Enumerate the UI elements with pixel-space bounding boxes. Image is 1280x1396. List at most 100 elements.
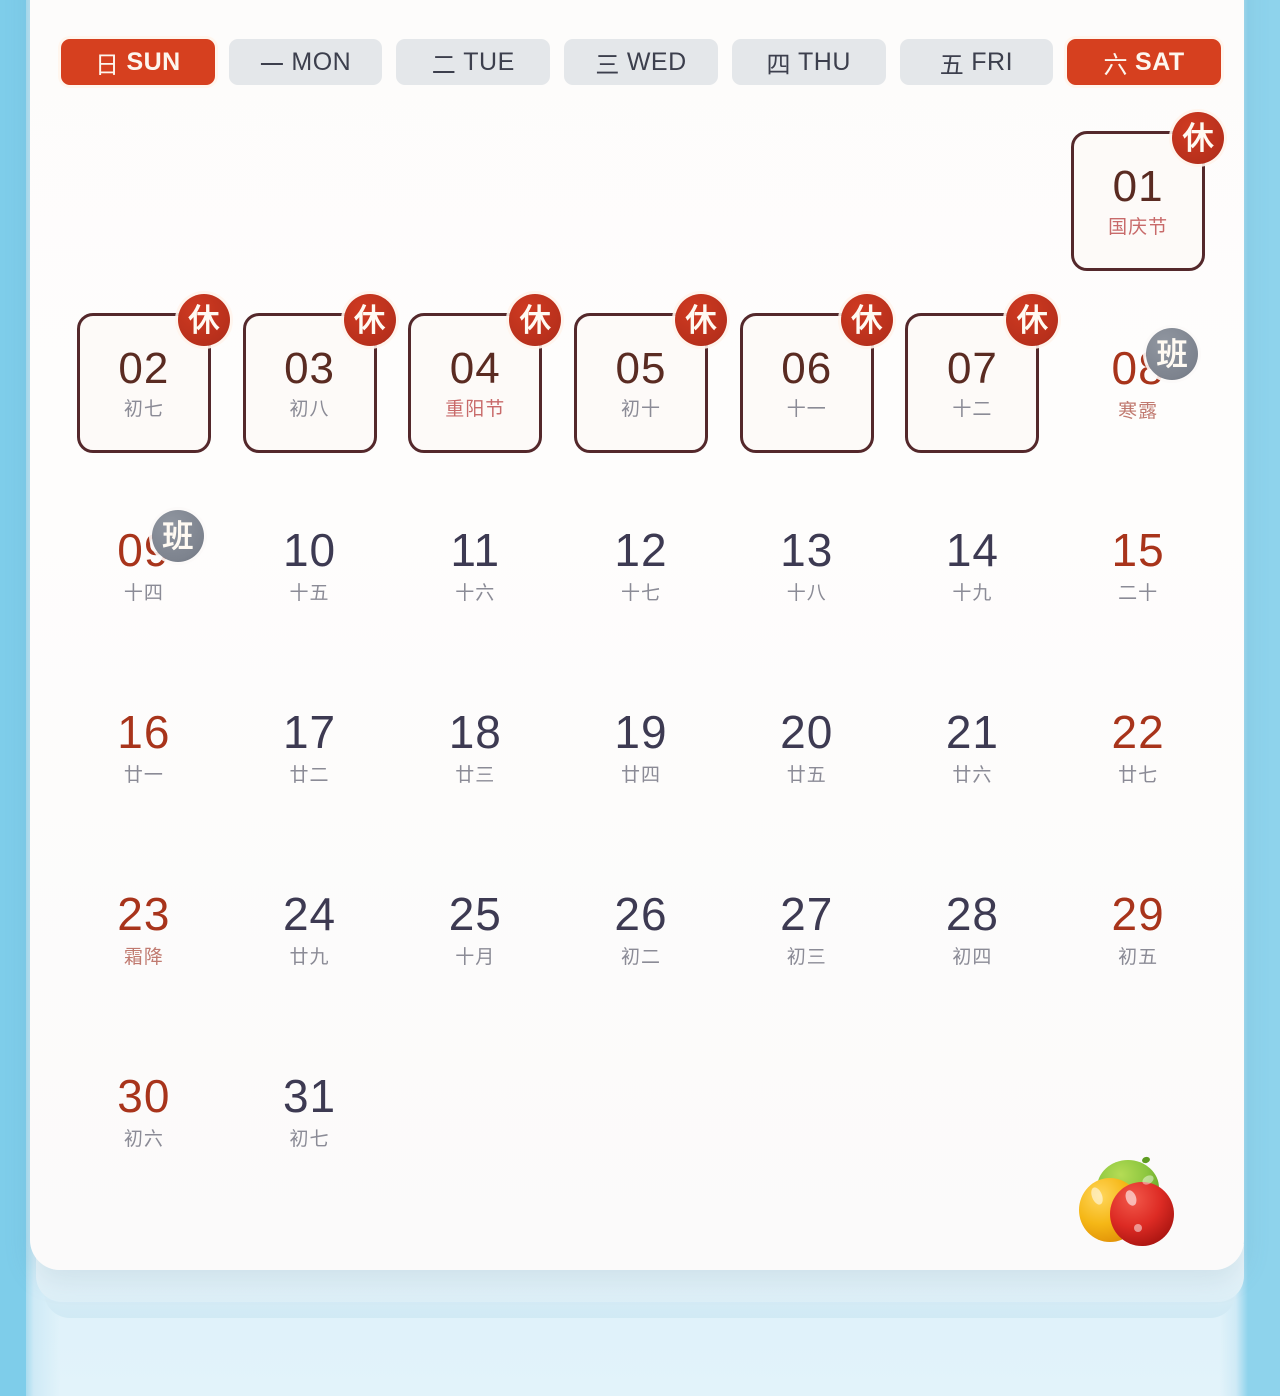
calendar-day-cell[interactable]: 31 初七 — [227, 1018, 393, 1200]
weekday-header-tue[interactable]: 二 TUE — [396, 39, 551, 85]
day-number: 30 — [117, 1070, 171, 1122]
weekday-label-en: WED — [626, 47, 687, 76]
calendar-day-cell[interactable]: 19 廿四 — [558, 654, 724, 836]
lunar-label: 十九 — [952, 583, 993, 604]
holiday-date-box[interactable]: 05 初十 休 — [573, 294, 727, 453]
weekday-label-en: TUE — [463, 47, 515, 76]
weekday-header-sun[interactable]: 日 SUN — [61, 39, 215, 85]
calendar-day-cell[interactable]: 04 重阳节 休 — [392, 290, 562, 472]
rest-day-badge: 休 — [343, 294, 396, 346]
weekday-header-wed[interactable]: 三 WED — [564, 39, 718, 85]
weekday-label-cn: 四 — [766, 51, 791, 79]
calendar-day-cell[interactable]: 11 十六 — [392, 472, 558, 654]
calendar-day-cell[interactable]: 27 初三 — [724, 836, 890, 1018]
weekday-label-en: MON — [291, 47, 352, 76]
lunar-label: 廿一 — [123, 765, 164, 786]
calendar-day-cell[interactable]: 28 初四 — [890, 836, 1056, 1018]
calendar-day-cell[interactable]: 24 廿九 — [227, 836, 393, 1018]
calendar-day-cell[interactable]: 07 十二 休 — [890, 290, 1059, 472]
lunar-label: 廿五 — [786, 765, 827, 786]
calendar-card: 日 SUN 一 MON 二 TUE 三 WED 四 THU 五 FRI 六 SAT 01 国庆节休 02 初七休… — [30, 0, 1244, 1270]
day-number: 13 — [780, 524, 834, 576]
calendar-day-cell[interactable]: 18 廿三 — [392, 654, 558, 836]
day-number: 10 — [282, 524, 337, 576]
weekday-header-mon[interactable]: 一 MON — [228, 39, 383, 85]
calendar-day-cell[interactable]: 17 廿二 — [227, 654, 393, 836]
weekday-label-en: THU — [798, 47, 851, 76]
calendar-day-cell[interactable]: 03 初八 休 — [227, 290, 396, 472]
day-number: 15 — [1111, 524, 1165, 576]
lunar-label: 重阳节 — [445, 399, 506, 420]
calendar-day-cell[interactable]: 13 十八 — [724, 472, 890, 654]
holiday-date-box[interactable]: 01 国庆节 休 — [1071, 112, 1225, 271]
calendar-day-cell[interactable]: 09 十四班 — [61, 472, 227, 654]
weekday-header-fri[interactable]: 五 FRI — [899, 39, 1054, 85]
day-number: 25 — [448, 888, 502, 940]
day-number: 12 — [614, 524, 668, 576]
day-number: 28 — [945, 888, 999, 940]
holiday-date-box[interactable]: 07 十二 休 — [905, 294, 1059, 453]
work-day-badge: 班 — [1146, 328, 1199, 380]
day-number: 11 — [450, 524, 501, 576]
weekday-label-cn: 日 — [94, 51, 120, 79]
calendar-day-cell[interactable]: 22 廿七 — [1055, 654, 1221, 836]
calendar-day-cell[interactable]: 05 初十 休 — [558, 290, 727, 472]
lunar-label: 廿六 — [952, 765, 993, 786]
lunar-label: 初四 — [952, 947, 993, 968]
calendar-day-cell[interactable]: 15 二十 — [1055, 472, 1221, 654]
calendar-day-cell[interactable]: 08 寒露班 — [1055, 290, 1221, 472]
calendar-day-cell[interactable]: 14 十九 — [890, 472, 1056, 654]
weekday-header-thu[interactable]: 四 THU — [731, 39, 886, 85]
calendar-day-cell[interactable]: 30 初六 — [61, 1018, 227, 1200]
day-number: 29 — [1111, 888, 1165, 940]
calendar-day-cell[interactable]: 25 十月 — [392, 836, 558, 1018]
weekday-label-cn: 五 — [939, 51, 965, 79]
calendar-day-cell[interactable]: 01 国庆节 休 — [1055, 108, 1225, 290]
weekday-label-cn: 六 — [1103, 51, 1129, 79]
day-number: 01 — [1112, 162, 1164, 211]
rest-day-badge: 休 — [509, 294, 562, 346]
lunar-label: 初八 — [289, 399, 330, 420]
work-day-badge: 班 — [151, 510, 204, 562]
calendar-day-cell[interactable]: 16 廿一 — [61, 654, 227, 836]
day-number: 26 — [614, 888, 668, 940]
calendar-day-cell[interactable]: 06 十一 休 — [724, 290, 893, 472]
calendar-day-cell[interactable]: 23 霜降 — [61, 836, 227, 1018]
calendar-day-cell[interactable]: 12 十七 — [558, 472, 724, 654]
holiday-date-box[interactable]: 06 十一 休 — [739, 294, 893, 453]
day-number: 23 — [117, 888, 171, 940]
rest-day-badge: 休 — [1172, 112, 1225, 164]
holiday-date-box[interactable]: 04 重阳节 休 — [408, 294, 562, 453]
lunar-label: 寒露 — [1118, 401, 1159, 422]
rest-day-badge: 休 — [674, 294, 727, 346]
day-number: 21 — [945, 706, 999, 758]
weekday-header-sat[interactable]: 六 SAT — [1067, 39, 1221, 85]
weekday-label-en: SAT — [1135, 47, 1185, 76]
rest-day-badge: 休 — [177, 294, 230, 346]
calendar-day-cell[interactable]: 10 十五 — [227, 472, 393, 654]
calendar-day-cell[interactable]: 21 廿六 — [890, 654, 1056, 836]
rest-day-badge: 休 — [1006, 294, 1059, 346]
calendar-day-cell[interactable]: 26 初二 — [558, 836, 724, 1018]
weekday-label-en: SUN — [126, 47, 181, 76]
lunar-label: 十五 — [289, 583, 330, 604]
day-number: 14 — [945, 524, 999, 576]
weekday-label-cn: 二 — [431, 51, 457, 79]
calendar-day-cell[interactable]: 20 廿五 — [724, 654, 890, 836]
lunar-label: 十八 — [786, 583, 827, 604]
lunar-label: 廿七 — [1118, 765, 1159, 786]
lunar-label: 霜降 — [123, 947, 164, 968]
day-number: 06 — [781, 344, 833, 393]
lunar-label: 廿九 — [289, 947, 330, 968]
lunar-label: 二十 — [1118, 583, 1159, 604]
holiday-date-box[interactable]: 03 初八 休 — [242, 294, 396, 453]
holiday-date-box[interactable]: 02 初七 休 — [76, 294, 230, 453]
day-number: 31 — [282, 1070, 337, 1122]
calendar-day-cell[interactable]: 02 初七 休 — [61, 290, 230, 472]
calendar-day-cell[interactable]: 29 初五 — [1055, 836, 1221, 1018]
day-number: 24 — [282, 888, 337, 940]
day-number: 07 — [946, 344, 998, 393]
lunar-label: 廿四 — [620, 765, 661, 786]
weekday-header-row: 日 SUN 一 MON 二 TUE 三 WED 四 THU 五 FRI 六 SAT — [61, 39, 1221, 85]
lunar-label: 初七 — [123, 399, 164, 420]
